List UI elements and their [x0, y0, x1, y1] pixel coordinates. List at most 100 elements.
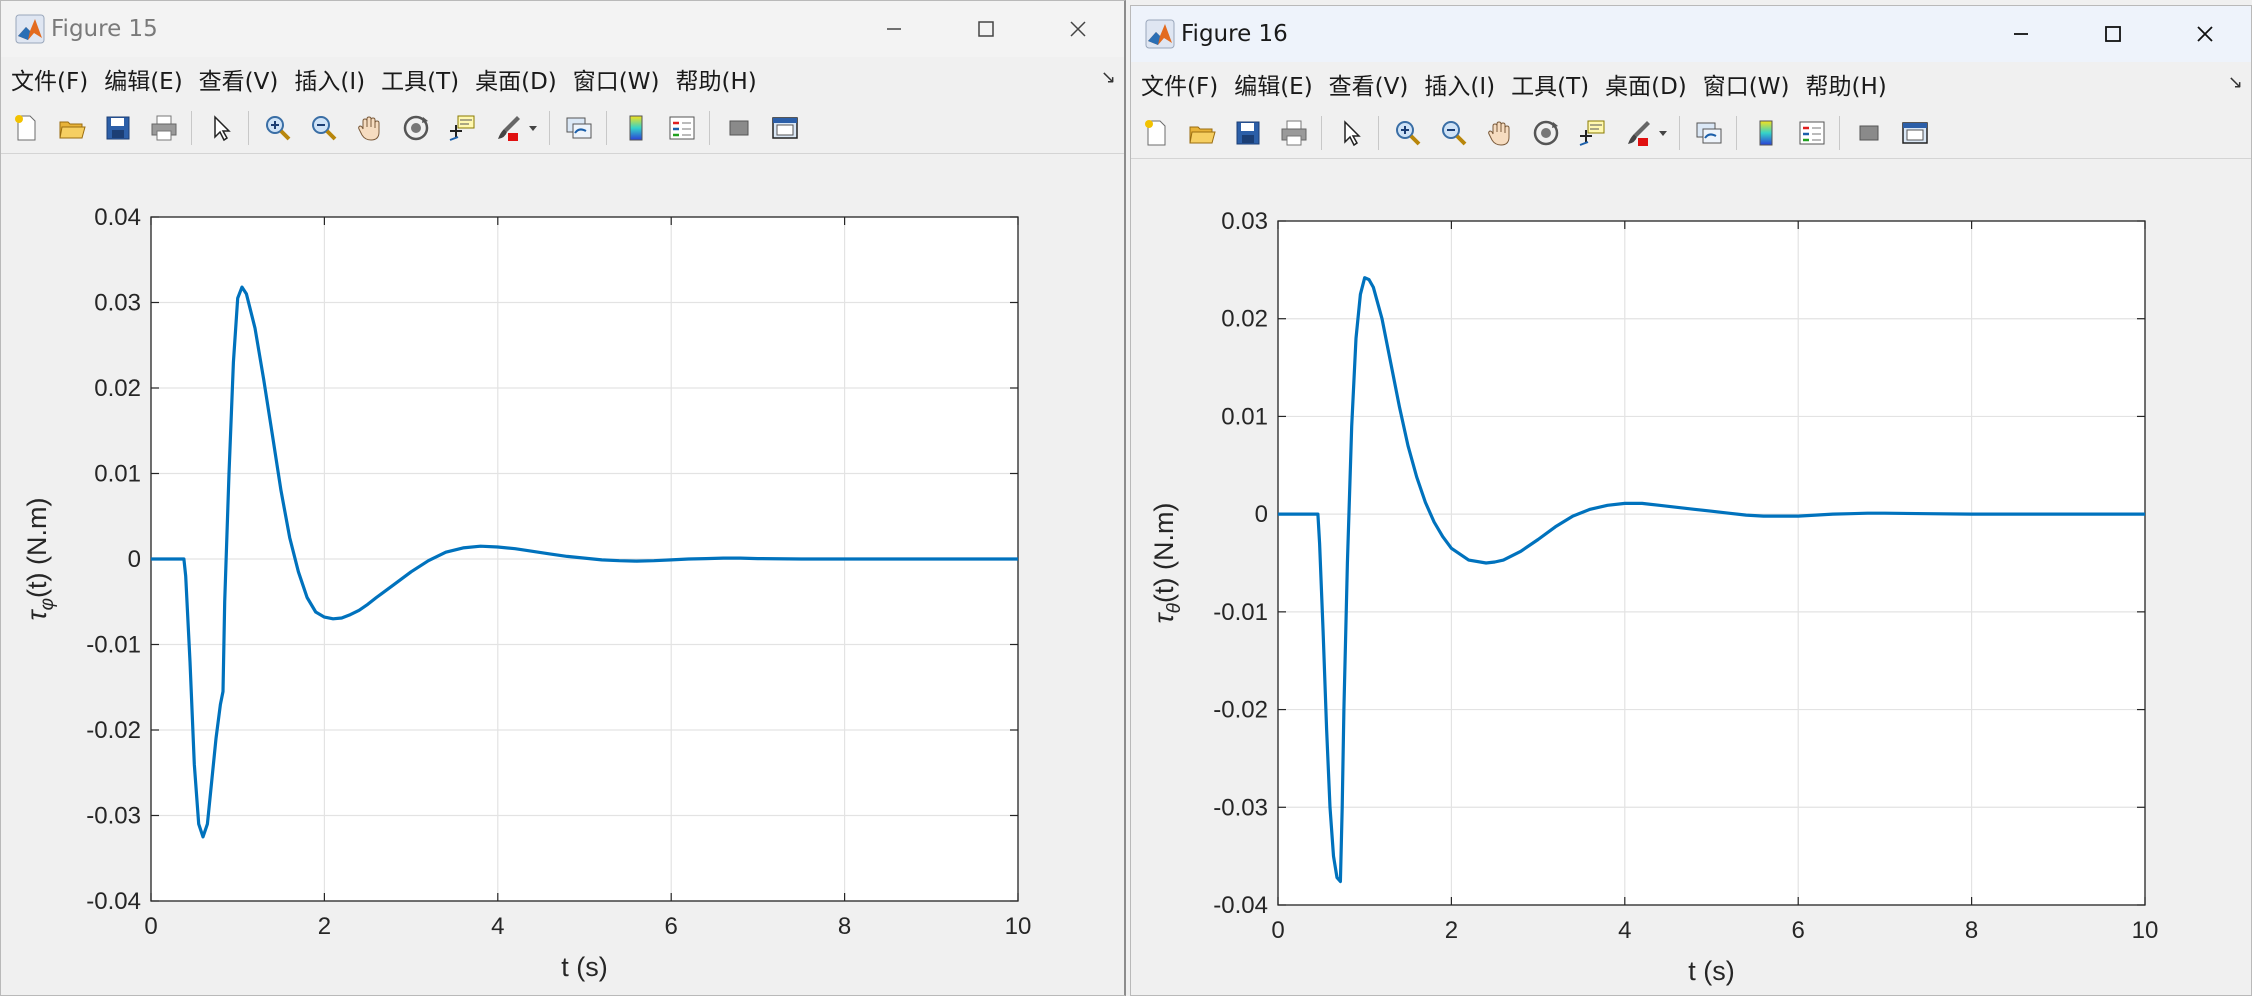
open-file-icon[interactable]	[1187, 118, 1217, 148]
zoom-out-icon[interactable]	[309, 113, 339, 143]
y-axis-label: τθ(t) (N.m)	[1149, 503, 1185, 624]
close-button[interactable]	[2159, 6, 2251, 62]
link-plot-icon[interactable]	[564, 113, 594, 143]
y-tick-label: 0	[128, 546, 141, 573]
maximize-icon	[2105, 26, 2121, 42]
show-plot-tools-icon[interactable]	[770, 113, 800, 143]
dock-arrow-icon[interactable]: ↘	[1101, 67, 1116, 88]
menu-help[interactable]: 帮助(H)	[675, 62, 756, 96]
select-arrow-icon[interactable]	[1336, 118, 1366, 148]
legend-icon[interactable]	[1797, 118, 1827, 148]
x-tick-label: 2	[1445, 917, 1458, 944]
x-tick-label: 10	[1005, 913, 1032, 940]
brush-dropdown-icon[interactable]	[1657, 118, 1669, 148]
x-tick-label: 10	[2132, 917, 2159, 944]
menu-edit[interactable]: 编辑(E)	[1234, 67, 1312, 101]
x-tick-label: 0	[1271, 917, 1284, 944]
y-tick-label: 0.04	[94, 204, 141, 231]
rotate-3d-icon[interactable]	[1531, 118, 1561, 148]
menu-help[interactable]: 帮助(H)	[1805, 67, 1886, 101]
menu-edit[interactable]: 编辑(E)	[104, 62, 182, 96]
menu-view[interactable]: 查看(V)	[1329, 67, 1409, 101]
menu-tools[interactable]: 工具(T)	[1511, 67, 1589, 101]
plot-area[interactable]: 0 2 4 6 8 10 0.04 0.03 0.02 0.01 0 -0.01 -0.02 -0.03 -…	[1, 153, 1124, 995]
x-tick-label: 4	[1618, 917, 1631, 944]
print-icon[interactable]	[1279, 118, 1309, 148]
rotate-3d-icon[interactable]	[401, 113, 431, 143]
title-bar[interactable]: Figure 16	[1131, 6, 2251, 62]
window-title: Figure 16	[1181, 21, 1288, 47]
y-tick-label: -0.01	[86, 632, 141, 659]
link-plot-icon[interactable]	[1694, 118, 1724, 148]
pan-hand-icon[interactable]	[1485, 118, 1515, 148]
menu-file[interactable]: 文件(F)	[1141, 67, 1218, 101]
menu-tools[interactable]: 工具(T)	[381, 62, 459, 96]
y-tick-label: 0.03	[94, 290, 141, 317]
select-arrow-icon[interactable]	[206, 113, 236, 143]
y-tick-label: -0.04	[1213, 892, 1268, 919]
maximize-button[interactable]	[2067, 6, 2159, 62]
line-chart[interactable]: 0 2 4 6 8 10 0.04 0.03 0.02 0.01 0 -0.01 -0.02 -0.03 -…	[1, 153, 1123, 993]
maximize-button[interactable]	[940, 1, 1032, 57]
minimize-icon	[887, 28, 901, 30]
title-bar[interactable]: Figure 15	[1, 1, 1124, 57]
menu-file[interactable]: 文件(F)	[11, 62, 88, 96]
y-tick-label: -0.03	[1213, 794, 1268, 821]
close-button[interactable]	[1032, 1, 1124, 57]
menu-insert[interactable]: 插入(I)	[1424, 67, 1495, 101]
hide-plot-tools-icon[interactable]	[724, 113, 754, 143]
menu-bar: 文件(F) 编辑(E) 查看(V) 插入(I) 工具(T) 桌面(D) 窗口(W…	[1, 59, 1124, 99]
figure-16-window: Figure 16 文件(F) 编辑(E) 查看(V) 插入(I) 工具(T) …	[1130, 5, 2252, 996]
show-plot-tools-icon[interactable]	[1900, 118, 1930, 148]
y-axis-label: τφ(t) (N.m)	[22, 498, 58, 621]
menu-desktop[interactable]: 桌面(D)	[1605, 67, 1687, 101]
y-tick-label: 0.01	[94, 461, 141, 488]
data-tips-icon[interactable]	[447, 113, 477, 143]
save-icon[interactable]	[103, 113, 133, 143]
x-tick-label: 6	[665, 913, 678, 940]
pan-hand-icon[interactable]	[355, 113, 385, 143]
x-tick-label: 2	[318, 913, 331, 940]
axes-background	[1278, 221, 2145, 905]
print-icon[interactable]	[149, 113, 179, 143]
plot-area[interactable]: 0 2 4 6 8 10 0.03 0.02 0.01 0 -0.01 -0.02 -0.03 -0.04…	[1131, 158, 2251, 995]
figure-15-window: Figure 15 文件(F) 编辑(E) 查看(V) 插入(I) 工具(T) …	[0, 0, 1126, 996]
brush-icon[interactable]	[1623, 118, 1653, 148]
new-figure-icon[interactable]	[11, 113, 41, 143]
zoom-in-icon[interactable]	[1393, 118, 1423, 148]
open-file-icon[interactable]	[57, 113, 87, 143]
y-tick-label: -0.03	[86, 803, 141, 830]
menu-desktop[interactable]: 桌面(D)	[475, 62, 557, 96]
data-tips-icon[interactable]	[1577, 118, 1607, 148]
menu-insert[interactable]: 插入(I)	[294, 62, 365, 96]
x-axis-label: t (s)	[561, 952, 608, 982]
x-tick-label: 6	[1792, 917, 1805, 944]
brush-dropdown-icon[interactable]	[527, 113, 539, 143]
brush-icon[interactable]	[493, 113, 523, 143]
y-tick-label: -0.02	[86, 717, 141, 744]
zoom-out-icon[interactable]	[1439, 118, 1469, 148]
colorbar-icon[interactable]	[1751, 118, 1781, 148]
hide-plot-tools-icon[interactable]	[1854, 118, 1884, 148]
line-chart[interactable]: 0 2 4 6 8 10 0.03 0.02 0.01 0 -0.01 -0.02 -0.03 -0.04…	[1131, 158, 2251, 993]
dock-arrow-icon[interactable]: ↘	[2228, 72, 2243, 93]
menu-window[interactable]: 窗口(W)	[573, 62, 660, 96]
menu-window[interactable]: 窗口(W)	[1703, 67, 1790, 101]
menu-view[interactable]: 查看(V)	[199, 62, 279, 96]
x-tick-label: 8	[838, 913, 851, 940]
colorbar-icon[interactable]	[621, 113, 651, 143]
save-icon[interactable]	[1233, 118, 1263, 148]
close-icon	[2197, 26, 2213, 42]
new-figure-icon[interactable]	[1141, 118, 1171, 148]
x-tick-label: 8	[1965, 917, 1978, 944]
menu-bar: 文件(F) 编辑(E) 查看(V) 插入(I) 工具(T) 桌面(D) 窗口(W…	[1131, 64, 2251, 104]
window-title: Figure 15	[51, 16, 158, 42]
minimize-button[interactable]	[848, 1, 940, 57]
y-tick-label: 0	[1255, 501, 1268, 528]
x-axis-label: t (s)	[1688, 956, 1735, 986]
minimize-button[interactable]	[1975, 6, 2067, 62]
maximize-icon	[978, 21, 994, 37]
zoom-in-icon[interactable]	[263, 113, 293, 143]
legend-icon[interactable]	[667, 113, 697, 143]
x-tick-label: 0	[144, 913, 157, 940]
